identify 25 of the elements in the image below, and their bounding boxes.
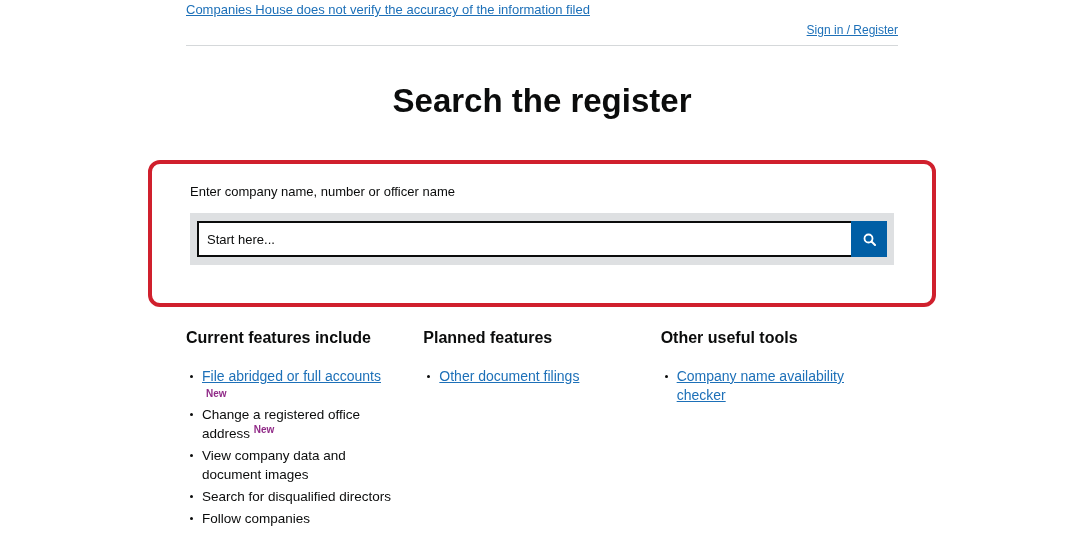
feature-link[interactable]: Other document filings (439, 367, 630, 386)
feature-text: Follow companies (202, 510, 312, 528)
search-button[interactable] (851, 221, 887, 257)
sign-in-link[interactable]: Sign in / Register (806, 23, 898, 37)
bullet-icon (190, 517, 193, 520)
column-heading: Current features include (186, 329, 372, 347)
feature-link[interactable]: File abridged or full accounts (202, 367, 392, 386)
bullet-icon (190, 495, 193, 498)
column-heading: Planned features (423, 329, 554, 347)
bullet-icon (190, 375, 193, 378)
search-field[interactable]: Start here... (197, 221, 851, 257)
column-heading: Other useful tools (660, 329, 799, 347)
feature-text: View company data and document images (202, 447, 347, 484)
feature-text: Search for disqualified directors (202, 488, 392, 506)
bullet-icon (664, 375, 668, 378)
bullet-icon (427, 375, 431, 378)
bullet-icon (190, 454, 193, 457)
feature-text: Change a registered office address $^{New}$ (202, 406, 362, 443)
page-title: Search the register (391, 82, 693, 120)
search-icon (862, 232, 876, 246)
notice-link[interactable]: Companies House does not verify the accuracy of the information filed (186, 2, 590, 17)
search-label: Enter company name, number or officer name (190, 184, 456, 199)
new-label: New (206, 387, 228, 401)
bullet-icon (190, 413, 193, 416)
feature-link[interactable]: Company name availability checker (676, 367, 867, 405)
